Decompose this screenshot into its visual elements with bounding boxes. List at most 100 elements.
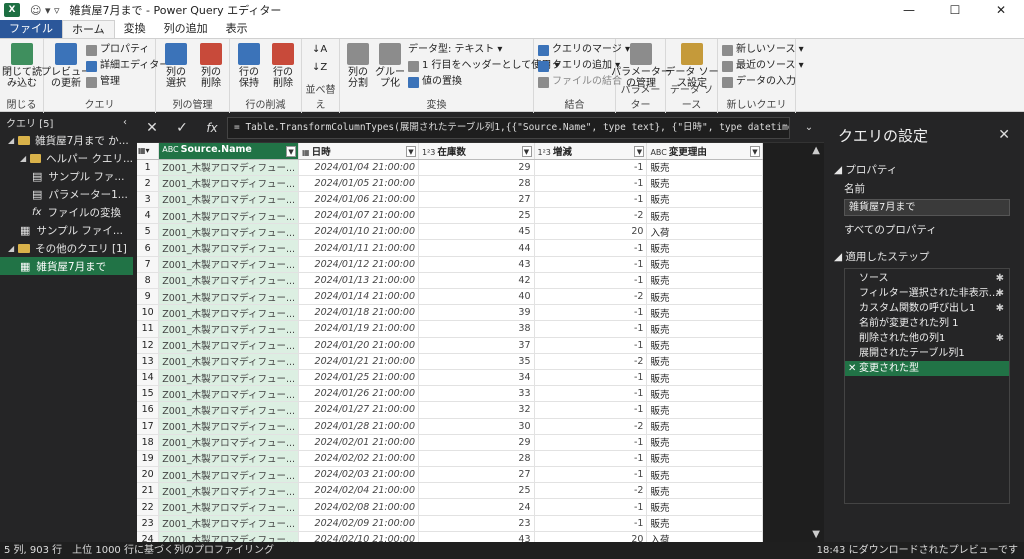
table-cell[interactable]: 2024/01/05 21:00:00 (298, 175, 419, 192)
table-cell[interactable]: 販売 (646, 353, 763, 370)
type-icon[interactable]: ABC (650, 148, 666, 157)
query-tree-item[interactable]: ◢ ヘルパー クエリ... (0, 149, 133, 167)
group-by-button[interactable]: グルー プ化 (374, 43, 406, 89)
row-number[interactable]: 22 (137, 498, 160, 516)
table-cell[interactable]: 25 (418, 207, 535, 225)
table-cell[interactable]: -1 (534, 466, 648, 484)
row-number[interactable]: 3 (137, 191, 160, 209)
formula-input[interactable]: = Table.TransformColumnTypes(展開されたテーブル列1… (227, 116, 790, 139)
row-number[interactable]: 19 (137, 450, 160, 468)
table-cell[interactable]: -1 (534, 175, 648, 192)
column-header[interactable]: ABC Source.Name ▼ (158, 143, 300, 160)
table-cell[interactable]: 販売 (646, 239, 763, 257)
applied-step[interactable]: カスタム関数の呼び出し1 ✱ (845, 301, 1009, 316)
table-cell[interactable]: -1 (534, 272, 648, 290)
table-cell[interactable]: 販売 (646, 207, 763, 225)
table-cell[interactable]: Z001_木製アロマディフュー... (158, 466, 300, 484)
table-cell[interactable]: -1 (534, 191, 648, 209)
table-cell[interactable]: 42 (418, 272, 535, 290)
choose-columns-button[interactable]: 列の 選択 (159, 43, 193, 89)
table-cell[interactable]: 29 (418, 434, 535, 451)
filter-dropdown-icon[interactable]: ▼ (750, 145, 760, 157)
table-cell[interactable]: Z001_木製アロマディフュー... (158, 288, 300, 306)
table-cell[interactable]: Z001_木製アロマディフュー... (158, 434, 300, 451)
filter-dropdown-icon[interactable]: ▼ (521, 145, 532, 157)
properties-section[interactable]: ◢ プロパティ (828, 162, 1024, 177)
table-cell[interactable]: 2024/01/06 21:00:00 (298, 191, 419, 209)
row-number[interactable]: 2 (137, 175, 160, 192)
expand-icon[interactable]: ◢ (8, 244, 14, 253)
row-number[interactable]: 13 (137, 353, 160, 370)
close-load-button[interactable]: 閉じて読 み込む (2, 43, 42, 89)
table-cell[interactable]: 28 (418, 450, 535, 468)
table-cell[interactable]: -2 (534, 418, 648, 435)
scroll-down-icon[interactable]: ▼ (812, 529, 820, 540)
row-number[interactable]: 23 (137, 515, 160, 532)
expand-formula-icon[interactable]: ⌄ (794, 122, 824, 133)
table-cell[interactable]: 20 (534, 223, 648, 241)
table-cell[interactable]: Z001_木製アロマディフュー... (158, 498, 300, 516)
table-cell[interactable]: Z001_木製アロマディフュー... (158, 320, 300, 338)
table-cell[interactable]: 2024/01/07 21:00:00 (298, 207, 419, 225)
all-properties-link[interactable]: すべてのプロパティ (828, 222, 1024, 237)
table-cell[interactable]: -2 (534, 288, 648, 306)
table-cell[interactable]: Z001_木製アロマディフュー... (158, 385, 300, 403)
table-cell[interactable]: -2 (534, 207, 648, 225)
sort-asc-icon[interactable]: ↓A (312, 43, 327, 57)
row-number[interactable]: 16 (137, 401, 160, 419)
gear-icon[interactable]: ✱ (996, 286, 1004, 301)
type-icon[interactable]: 1²3 (538, 148, 551, 157)
applied-step[interactable]: 展開されたテーブル列1 (845, 346, 1009, 361)
type-icon[interactable]: ▦ (302, 148, 310, 157)
type-icon[interactable]: 1²3 (422, 148, 435, 157)
vertical-scrollbar[interactable]: ▲ ▼ (763, 143, 824, 542)
table-cell[interactable]: 20 (534, 531, 648, 542)
table-cell[interactable]: -1 (534, 385, 648, 403)
table-cell[interactable]: 販売 (646, 288, 763, 306)
minimize-button[interactable]: — (886, 0, 932, 20)
table-cell[interactable]: 43 (418, 256, 535, 273)
applied-step[interactable]: フィルター選択された非表示... ✱ (845, 286, 1009, 301)
table-cell[interactable]: 販売 (646, 175, 763, 192)
table-cell[interactable]: -2 (534, 482, 648, 500)
combine-files-button[interactable]: ファイルの結合 (538, 75, 622, 89)
table-cell[interactable]: 販売 (646, 272, 763, 290)
table-cell[interactable]: -1 (534, 434, 648, 451)
gear-icon[interactable]: ✱ (996, 271, 1004, 286)
query-tree-item[interactable]: ◢ その他のクエリ [1] (0, 239, 133, 257)
table-cell[interactable]: Z001_木製アロマディフュー... (158, 482, 300, 500)
table-cell[interactable]: 38 (418, 320, 535, 338)
split-column-button[interactable]: 列の 分割 (342, 43, 374, 89)
applied-step[interactable]: ✕ 変更された型 (845, 361, 1009, 376)
column-header[interactable]: 1²3 在庫数 ▼ (418, 143, 535, 160)
filter-dropdown-icon[interactable]: ▼ (634, 145, 645, 157)
table-cell[interactable]: 2024/01/10 21:00:00 (298, 223, 419, 241)
table-cell[interactable]: 販売 (646, 304, 763, 322)
table-cell[interactable]: -2 (534, 353, 648, 370)
row-number[interactable]: 14 (137, 369, 160, 387)
table-cell[interactable]: 販売 (646, 385, 763, 403)
row-number[interactable]: 7 (137, 256, 160, 273)
applied-steps-section[interactable]: ◢ 適用したステップ (828, 249, 1024, 264)
table-cell[interactable]: 販売 (646, 515, 763, 532)
properties-button[interactable]: プロパティ (86, 43, 149, 57)
table-cell[interactable]: 39 (418, 304, 535, 322)
table-cell[interactable]: 2024/02/10 21:00:00 (298, 531, 419, 542)
query-name-input[interactable]: 雑貨屋7月まで (844, 199, 1010, 216)
table-cell[interactable]: 35 (418, 353, 535, 370)
table-cell[interactable]: -1 (534, 239, 648, 257)
preview-refresh-button[interactable]: プレビュー の更新 (41, 43, 91, 89)
table-cell[interactable]: 2024/02/03 21:00:00 (298, 466, 419, 484)
enter-data-button[interactable]: データの入力 (722, 75, 796, 89)
table-cell[interactable]: 販売 (646, 320, 763, 338)
manage-button[interactable]: 管理 (86, 75, 120, 89)
table-cell[interactable]: 45 (418, 223, 535, 241)
close-button[interactable]: ✕ (978, 0, 1024, 20)
table-cell[interactable]: 2024/01/26 21:00:00 (298, 385, 419, 403)
table-cell[interactable]: 販売 (646, 256, 763, 273)
table-cell[interactable]: 入荷 (646, 223, 763, 241)
query-tree-item[interactable]: ▦ 雑貨屋7月まで (0, 257, 133, 275)
recent-sources-button[interactable]: 最近のソース ▾ (722, 59, 804, 73)
applied-step[interactable]: ソース ✱ (845, 271, 1009, 286)
table-cell[interactable]: 2024/01/13 21:00:00 (298, 272, 419, 290)
